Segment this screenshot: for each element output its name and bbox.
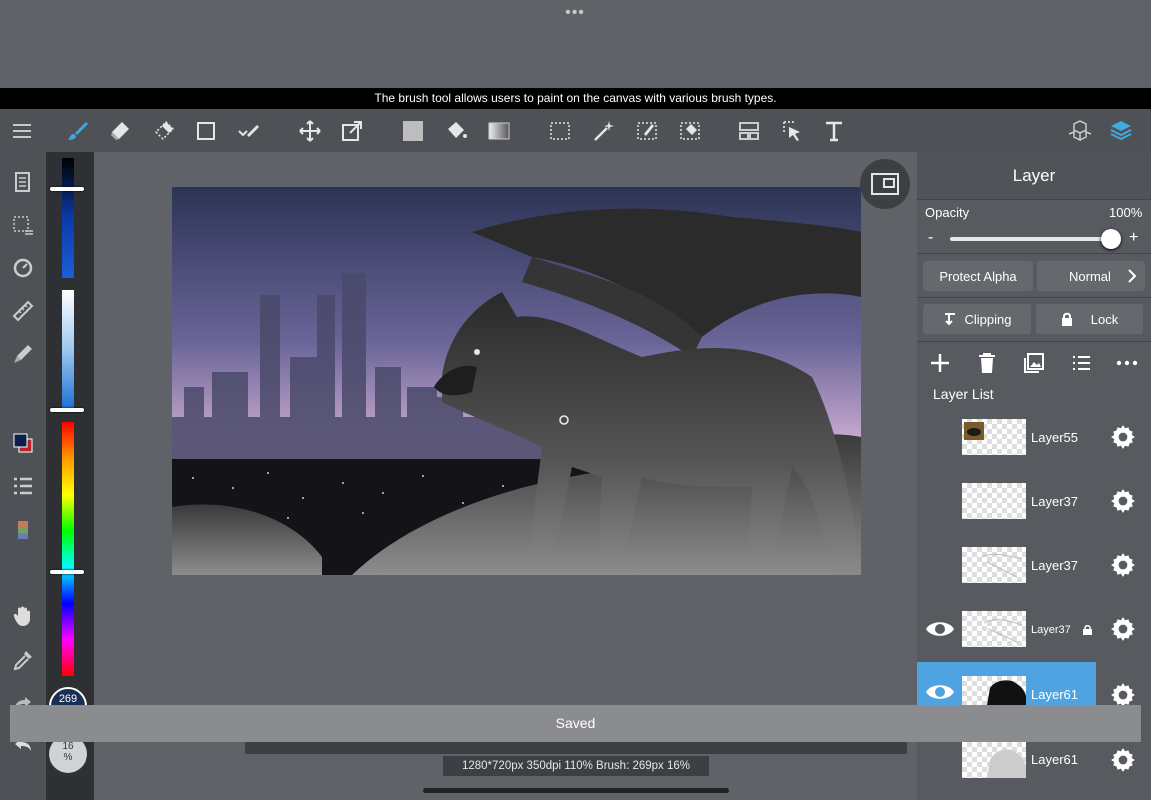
layer-row[interactable]: Layer37 bbox=[917, 545, 1151, 609]
opacity-minus-button[interactable]: - bbox=[928, 229, 933, 247]
home-indicator[interactable] bbox=[423, 788, 729, 793]
lock-icon bbox=[1061, 312, 1072, 326]
hue-slider[interactable] bbox=[62, 422, 74, 676]
opacity-plus-button[interactable]: + bbox=[1129, 229, 1138, 247]
layer-thumbnail bbox=[962, 547, 1026, 583]
eye-icon[interactable] bbox=[925, 617, 955, 641]
eraser-icon[interactable] bbox=[104, 115, 136, 147]
rotate-icon[interactable] bbox=[6, 252, 40, 284]
layer-thumbnail bbox=[962, 611, 1026, 647]
selection-list-icon[interactable] bbox=[6, 210, 40, 242]
layer-image-icon[interactable] bbox=[1023, 352, 1045, 374]
panel-divider bbox=[917, 253, 1151, 254]
smudge-icon[interactable] bbox=[148, 115, 180, 147]
select-pen-icon[interactable] bbox=[631, 115, 663, 147]
window-icon bbox=[871, 173, 899, 195]
pen-tool-icon[interactable] bbox=[6, 338, 40, 370]
layer-list-icon[interactable] bbox=[6, 470, 40, 502]
clipping-icon bbox=[944, 313, 955, 326]
magic-wand-icon[interactable] bbox=[588, 115, 620, 147]
transform-icon[interactable] bbox=[336, 115, 368, 147]
layer-name: Layer37 bbox=[1031, 624, 1071, 636]
add-layer-icon[interactable] bbox=[929, 352, 951, 374]
canvas-status: 1280*720px 350dpi 110% Brush: 269px 16% bbox=[443, 756, 709, 776]
saved-toast: Saved bbox=[10, 705, 1141, 742]
hue-slider-knob[interactable] bbox=[50, 570, 84, 574]
left-toolbar bbox=[0, 152, 46, 800]
gear-icon[interactable] bbox=[1110, 488, 1136, 514]
layer-row[interactable]: Layer55 bbox=[917, 417, 1151, 481]
layer-name: Layer55 bbox=[1031, 430, 1078, 445]
chevron-right-icon bbox=[1128, 269, 1137, 283]
fill-color-icon[interactable] bbox=[397, 115, 429, 147]
layer-name: Layer61 bbox=[1031, 687, 1078, 702]
layer-row[interactable]: Layer61 bbox=[917, 738, 1151, 800]
panel-divider bbox=[917, 341, 1151, 342]
layers-icon[interactable] bbox=[1105, 115, 1137, 147]
layer-row[interactable]: Layer37 bbox=[917, 481, 1151, 545]
layer-panel-title: Layer bbox=[917, 152, 1151, 200]
color-swatch[interactable] bbox=[6, 427, 40, 459]
eyedropper-icon[interactable] bbox=[6, 644, 40, 676]
more-options-icon[interactable] bbox=[1116, 352, 1138, 374]
layer-name: Layer61 bbox=[1031, 752, 1078, 767]
layer-thumbnail bbox=[962, 419, 1026, 455]
gear-icon[interactable] bbox=[1110, 552, 1136, 578]
select-rect-icon[interactable] bbox=[544, 115, 576, 147]
layer-thumbnail bbox=[962, 483, 1026, 519]
opacity-slider-knob[interactable] bbox=[1101, 229, 1121, 249]
trash-icon[interactable] bbox=[977, 352, 997, 374]
protect-alpha-label: Protect Alpha bbox=[939, 268, 1017, 284]
hand-icon[interactable] bbox=[6, 600, 40, 632]
layer-list-title: Layer List bbox=[933, 386, 994, 402]
blend-mode-button[interactable]: Normal bbox=[1037, 261, 1145, 291]
gradient-icon[interactable] bbox=[483, 115, 515, 147]
saturation-slider[interactable] bbox=[62, 290, 74, 410]
menu-icon[interactable] bbox=[6, 115, 38, 147]
more-dots-icon[interactable]: ••• bbox=[560, 4, 590, 21]
layer-thumbnail bbox=[962, 676, 1026, 705]
brightness-slider[interactable] bbox=[62, 158, 74, 278]
opacity-value: 100% bbox=[1109, 205, 1143, 220]
layer-name: Layer37 bbox=[1031, 494, 1078, 509]
ruler-icon[interactable] bbox=[6, 295, 40, 327]
clipping-button[interactable]: Clipping bbox=[923, 304, 1031, 334]
lock-button[interactable]: Lock bbox=[1036, 304, 1143, 334]
move-icon[interactable] bbox=[294, 115, 326, 147]
protect-alpha-button[interactable]: Protect Alpha bbox=[923, 261, 1033, 291]
view-toggle-button[interactable] bbox=[860, 159, 910, 209]
gear-icon[interactable] bbox=[1110, 747, 1136, 773]
brightness-slider-knob[interactable] bbox=[50, 187, 84, 191]
main-toolbar bbox=[0, 109, 1151, 152]
layer-name: Layer37 bbox=[1031, 558, 1078, 573]
rectangle-icon[interactable] bbox=[190, 115, 222, 147]
tooltip-bar: The brush tool allows users to paint on … bbox=[0, 88, 1151, 109]
opacity-label: Opacity bbox=[925, 205, 970, 220]
select-eraser-icon[interactable] bbox=[674, 115, 706, 147]
lock-label: Lock bbox=[1090, 311, 1119, 327]
pages-icon[interactable] bbox=[6, 166, 40, 198]
layer-list-icon[interactable] bbox=[1070, 352, 1092, 374]
materials-icon[interactable] bbox=[1064, 115, 1096, 147]
gear-icon[interactable] bbox=[1110, 616, 1136, 642]
bucket-icon[interactable] bbox=[440, 115, 472, 147]
opacity-slider-track[interactable] bbox=[950, 237, 1112, 241]
brush-icon[interactable] bbox=[62, 115, 94, 147]
layout-icon[interactable] bbox=[733, 115, 765, 147]
saturation-slider-knob[interactable] bbox=[50, 408, 84, 412]
artwork-canvas[interactable] bbox=[172, 187, 861, 575]
select-check-icon[interactable] bbox=[233, 115, 265, 147]
layer-thumbnail bbox=[962, 742, 1026, 778]
color-palette-icon[interactable] bbox=[6, 514, 40, 546]
text-icon[interactable] bbox=[818, 115, 850, 147]
eye-icon[interactable] bbox=[925, 680, 955, 704]
layer-lock-icon bbox=[1083, 625, 1092, 635]
select-pointer-icon[interactable] bbox=[776, 115, 808, 147]
blend-mode-label: Normal bbox=[1069, 268, 1111, 284]
panel-divider bbox=[917, 297, 1151, 298]
gear-icon[interactable] bbox=[1110, 424, 1136, 450]
clipping-label: Clipping bbox=[964, 311, 1012, 327]
layer-row-selected[interactable]: Layer61 bbox=[917, 662, 1151, 707]
